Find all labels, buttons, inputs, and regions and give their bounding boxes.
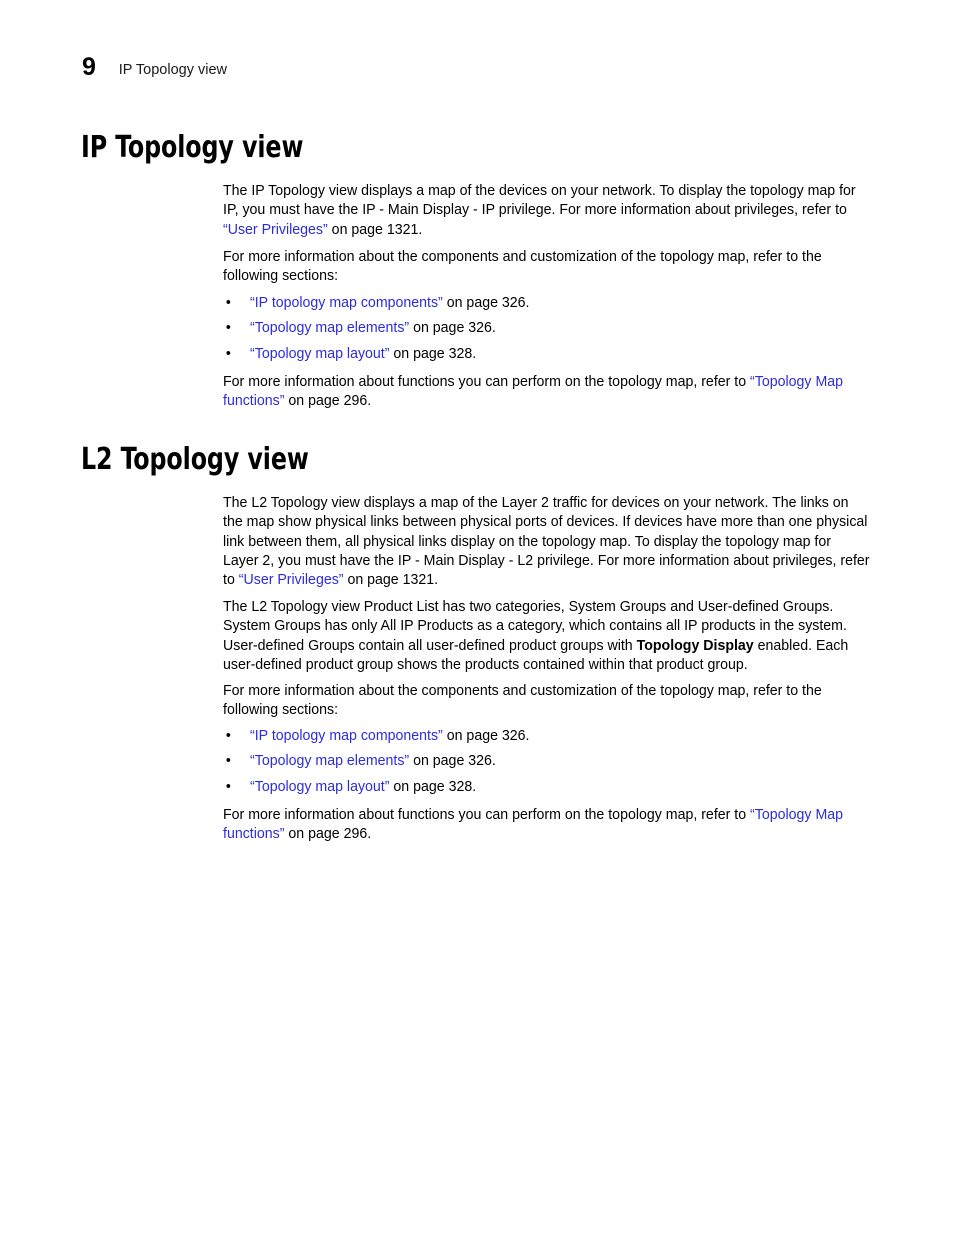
xref-user-privileges[interactable]: “User Privileges” [223,222,328,238]
list-item: • “Topology map layout” on page 328. [223,778,846,797]
paragraph-text-tail: on page 1321. [343,572,439,589]
paragraph-text-lead: The IP Topology view displays a map of t… [223,183,856,219]
list-item: • “Topology map elements” on page 326. [223,319,846,338]
bullet-marker: • [225,753,231,770]
bullet-marker: • [225,728,231,744]
ip-topology-paragraph-3: For more information about functions you… [223,373,870,412]
ip-topology-paragraph-1: The IP Topology view displays a map of t… [223,182,870,240]
bullet-marker: • [225,345,231,362]
l2-topology-paragraph-1: The L2 Topology view displays a map of t… [223,494,870,590]
paragraph-text-lead: For more information about functions you… [223,374,751,390]
list-item: • “Topology map layout” on page 328. [223,345,846,364]
list-item: • “IP topology map components” on page 32… [223,727,846,746]
paragraph-text-lead: For more information about functions you… [223,807,751,823]
xref-topology-map-elements[interactable]: “Topology map elements” [250,320,409,336]
list-item-tail: on page 326. [442,728,530,744]
l2-topology-paragraph-2: The L2 Topology view Product List has tw… [223,598,870,675]
xref-topology-map-layout[interactable]: “Topology map layout” [250,779,389,795]
l2-topology-paragraph-4-block: For more information about functions you… [223,806,869,845]
l2-topology-paragraph-4: For more information about functions you… [223,806,870,845]
section-heading-ip-topology-view: IP Topology view [81,130,304,165]
xref-topology-map-layout[interactable]: “Topology map layout” [250,346,389,362]
list-item-tail: on page 328. [389,778,477,795]
chapter-number: 9 [82,53,96,81]
document-page: 9 IP Topology view IP Topology view The … [0,0,954,1235]
ip-topology-paragraph-3-block: For more information about functions you… [223,373,869,412]
running-header: 9 IP Topology view [82,55,227,80]
xref-user-privileges[interactable]: “User Privileges” [239,572,344,588]
list-item: • “IP topology map components” on page 32… [223,294,846,313]
ip-topology-xref-list: • “IP topology map components” on page 32… [223,294,869,364]
list-item-tail: on page 326. [442,295,530,311]
xref-topology-map-elements[interactable]: “Topology map elements” [250,753,409,769]
l2-topology-paragraph-2-block: The L2 Topology view Product List has tw… [223,598,869,675]
l2-topology-xref-list-block: • “IP topology map components” on page 32… [223,727,869,803]
ip-topology-xref-list-block: • “IP topology map components” on page 32… [223,294,869,370]
list-item-tail: on page 328. [389,345,477,362]
ip-topology-paragraph-2-block: For more information about the component… [223,248,869,287]
ui-term-topology-display: Topology Display [636,637,754,654]
list-item: • “Topology map elements” on page 326. [223,752,846,771]
section-heading-l2-topology-view: L2 Topology view [81,442,309,477]
ip-topology-paragraph-2: For more information about the component… [223,249,822,285]
paragraph-text-tail: on page 296. [284,393,372,410]
list-item-tail: on page 326. [409,320,496,337]
ip-topology-paragraph-1-block: The IP Topology view displays a map of t… [223,182,869,240]
xref-ip-topology-map-components[interactable]: “IP topology map components” [250,295,443,311]
paragraph-text-tail: on page 1321. [327,221,423,238]
running-header-title: IP Topology view [118,62,228,78]
paragraph-text-tail: on page 296. [284,826,372,843]
l2-topology-xref-list: • “IP topology map components” on page 32… [223,727,869,797]
l2-topology-paragraph-3: For more information about the component… [223,683,822,719]
xref-ip-topology-map-components[interactable]: “IP topology map components” [250,728,443,744]
bullet-marker: • [225,778,231,795]
list-item-tail: on page 326. [409,753,496,770]
l2-topology-paragraph-1-block: The L2 Topology view displays a map of t… [223,494,870,590]
l2-topology-paragraph-3-block: For more information about the component… [223,682,869,721]
bullet-marker: • [225,295,231,311]
bullet-marker: • [225,320,231,337]
